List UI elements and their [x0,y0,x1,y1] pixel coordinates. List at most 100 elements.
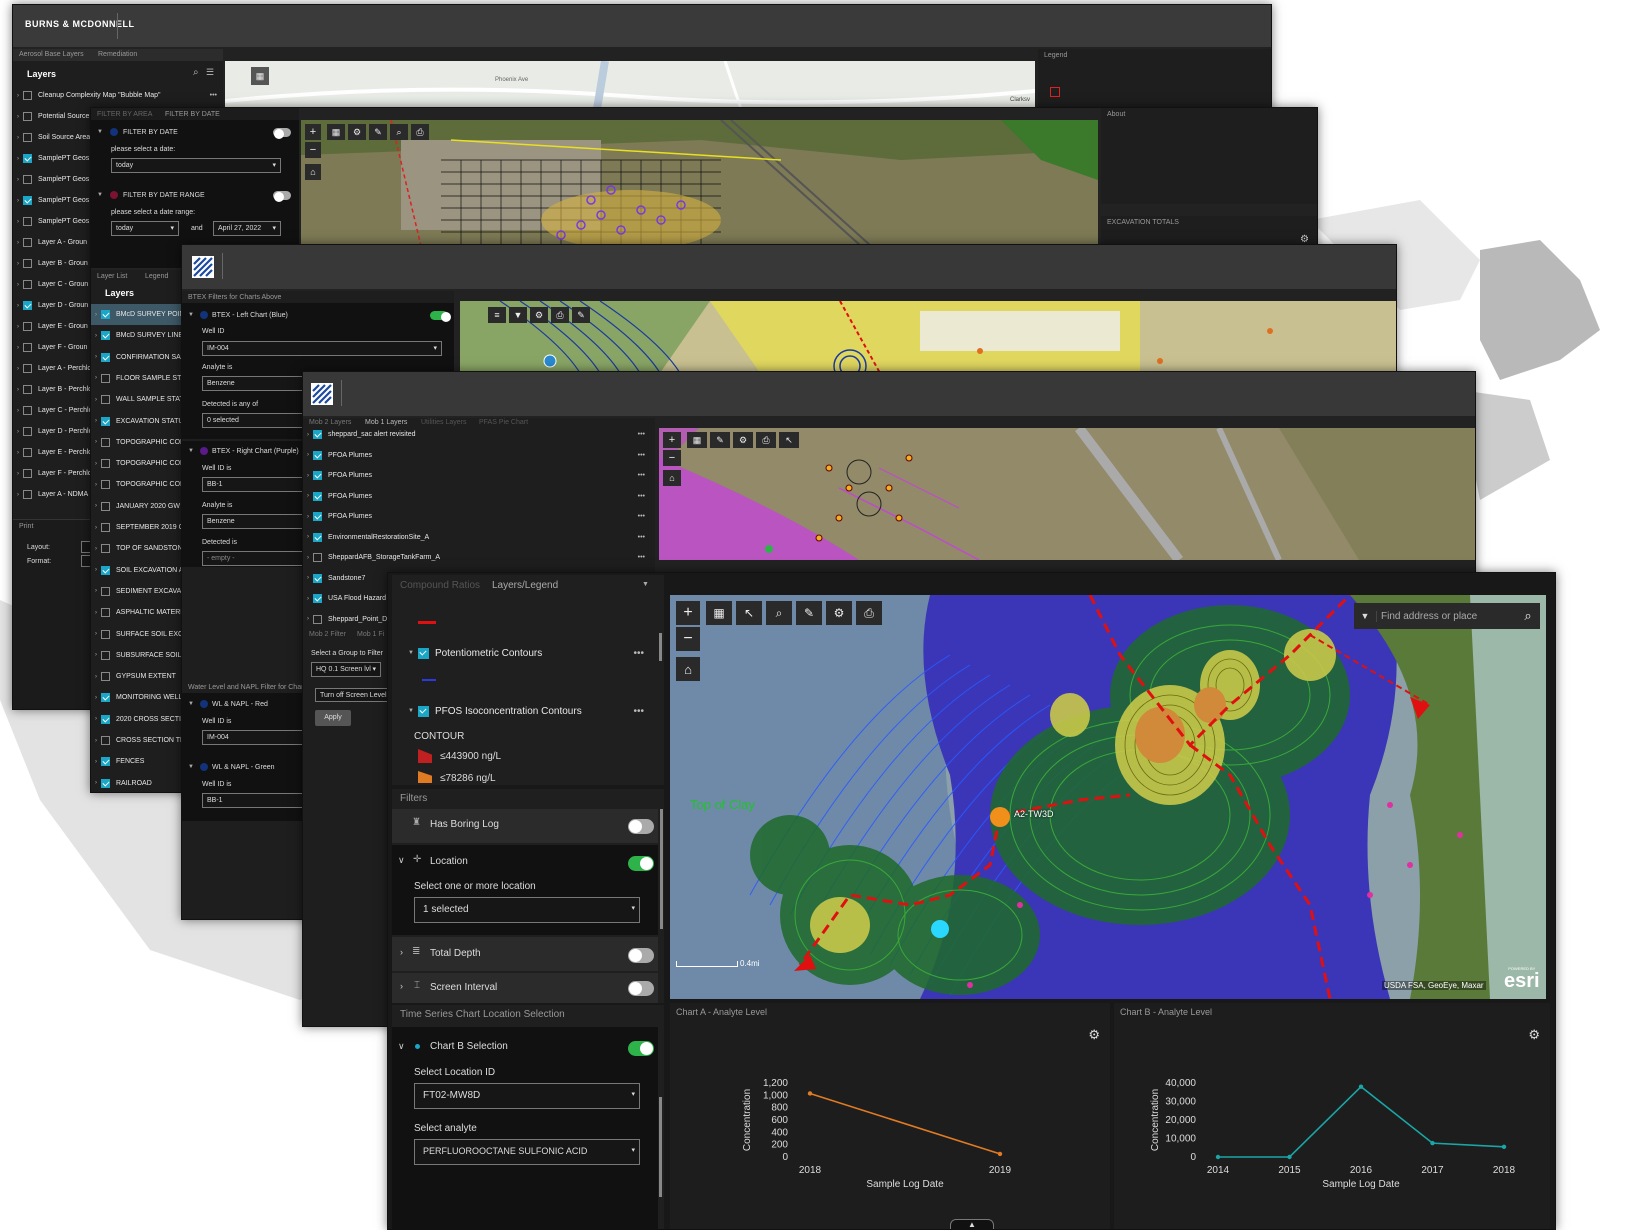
more-options-icon[interactable]: ••• [638,452,645,459]
tab-filter-area[interactable]: FILTER BY AREA [97,111,152,118]
basemap-gallery-icon[interactable]: ▦ [706,601,732,625]
chevron-right-icon[interactable]: › [95,397,97,403]
chevron-right-icon[interactable]: › [95,567,97,573]
chevron-right-icon[interactable]: › [17,114,19,120]
layer-checkbox[interactable] [101,650,110,660]
layer-checkbox[interactable] [23,364,32,373]
chevron-right-icon[interactable]: › [95,588,97,594]
zoom-select-icon[interactable]: ⌕ [766,601,792,625]
home-icon[interactable]: ⌂ [305,164,321,180]
print-icon[interactable]: ⎙ [411,124,429,140]
chevron-right-icon[interactable]: › [95,312,97,318]
layer-checkbox[interactable] [23,91,32,100]
measure-icon[interactable]: ⚙ [530,307,548,323]
layer-row-pfos[interactable]: ▼ PFOS Isoconcentration Contours ••• [404,697,644,725]
location-select[interactable]: 1 selected ▾ [414,897,640,923]
more-options-icon[interactable]: ••• [210,92,217,99]
apply-button[interactable]: Apply [315,710,351,726]
filter-date-toggle[interactable] [273,128,291,139]
range-from-select[interactable]: today ▾ [111,221,179,236]
layer-checkbox[interactable] [313,471,322,480]
layer-checkbox[interactable] [23,217,32,226]
layer-checkbox[interactable] [101,459,110,469]
layer-row[interactable]: › Cleanup Complexity Map "Bubble Map" ••• [13,85,223,106]
measure-icon[interactable]: ⚙ [733,432,753,448]
layer-checkbox[interactable] [23,112,32,121]
layer-checkbox[interactable] [23,196,32,205]
layer-row-potentiometric[interactable]: ▼ Potentiometric Contours ••• [404,639,644,667]
tab-layer-list[interactable]: Layer List [97,273,127,280]
map-view-aerial[interactable]: + − ⌂ ▦ ⚙ ✎ ⌕ ⎙ [301,120,1098,246]
chevron-right-icon[interactable]: › [95,610,97,616]
print-icon[interactable]: ⎙ [551,307,569,323]
layer-checkbox[interactable] [101,672,110,682]
chevron-right-icon[interactable]: › [307,555,309,561]
layer-checkbox[interactable] [417,705,429,717]
tab-aerosol[interactable]: Aerosol Base Layers [19,51,84,58]
layer-checkbox[interactable] [101,586,110,596]
layer-checkbox[interactable] [23,238,32,247]
chevron-right-icon[interactable]: › [17,156,19,162]
chevron-right-icon[interactable]: › [95,375,97,381]
chevron-right-icon[interactable]: › [95,716,97,722]
draw-icon[interactable]: ✎ [796,601,822,625]
layer-checkbox[interactable] [313,614,322,624]
layer-checkbox[interactable] [101,629,110,639]
scrollbar[interactable] [660,809,663,929]
chevron-right-icon[interactable]: › [17,450,19,456]
analyte-select[interactable]: PERFLUOROOCTANE SULFONIC ACID ▾ [414,1139,640,1165]
chevron-right-icon[interactable]: › [95,695,97,701]
home-icon[interactable]: ⌂ [676,657,700,681]
chevron-right-icon[interactable]: › [17,324,19,330]
has-boring-log-toggle[interactable] [628,819,654,834]
chevron-right-icon[interactable]: › [95,418,97,424]
layers-icon[interactable]: ≡ [488,307,506,323]
measure-icon[interactable]: ⚙ [348,124,366,140]
layer-checkbox[interactable] [23,175,32,184]
select-icon[interactable]: ↖ [736,601,762,625]
chevron-right-icon[interactable]: › [307,534,309,540]
more-options-icon[interactable]: ••• [638,431,645,438]
layer-checkbox[interactable] [101,480,110,490]
chevron-right-icon[interactable]: › [95,759,97,765]
layer-row[interactable]: › PFOA Plumes ••• [303,445,655,466]
layer-checkbox[interactable] [23,406,32,415]
tab-remediation[interactable]: Remediation [98,51,137,58]
measure-icon[interactable]: ⚙ [826,601,852,625]
tab-mob1-filter[interactable]: Mob 1 Fi [357,631,384,638]
layer-checkbox[interactable] [101,714,110,724]
location-toggle[interactable] [628,856,654,871]
layer-checkbox[interactable] [101,437,110,447]
layer-checkbox[interactable] [101,757,110,767]
chevron-right-icon[interactable]: › [17,408,19,414]
layer-row[interactable]: › PFOA Plumes ••• [303,506,655,527]
chevron-right-icon[interactable]: › [307,514,309,520]
filter-icon[interactable]: ☰ [206,67,214,78]
tab-filter-date[interactable]: FILTER BY DATE [165,111,220,118]
draw-icon[interactable]: ✎ [710,432,730,448]
chevron-right-icon[interactable]: › [17,429,19,435]
layer-checkbox[interactable] [101,544,110,554]
chevron-right-icon[interactable]: › [400,947,403,957]
layer-checkbox[interactable] [23,469,32,478]
layer-checkbox[interactable] [101,736,110,745]
draw-icon[interactable]: ✎ [572,307,590,323]
layer-checkbox[interactable] [23,259,32,268]
chevron-right-icon[interactable]: › [95,546,97,552]
basemap-gallery-icon[interactable]: ▦ [327,124,345,140]
chart-b-toggle[interactable] [628,1041,654,1056]
chevron-right-icon[interactable]: › [307,493,309,499]
screen-interval-toggle[interactable] [628,981,654,996]
zoom-out-button[interactable]: − [305,142,321,158]
layer-checkbox[interactable] [23,343,32,352]
search-icon[interactable]: ⌕ [390,124,408,140]
chevron-right-icon[interactable]: › [17,471,19,477]
tab-legend[interactable]: Legend [145,273,168,280]
date-select[interactable]: today ▾ [111,158,281,173]
chevron-right-icon[interactable]: › [17,303,19,309]
layer-checkbox[interactable] [313,491,322,501]
home-icon[interactable]: ⌂ [663,470,681,486]
chevron-down-icon[interactable]: ∨ [398,855,405,866]
chevron-right-icon[interactable]: › [95,333,97,339]
chevron-right-icon[interactable]: › [95,354,97,360]
